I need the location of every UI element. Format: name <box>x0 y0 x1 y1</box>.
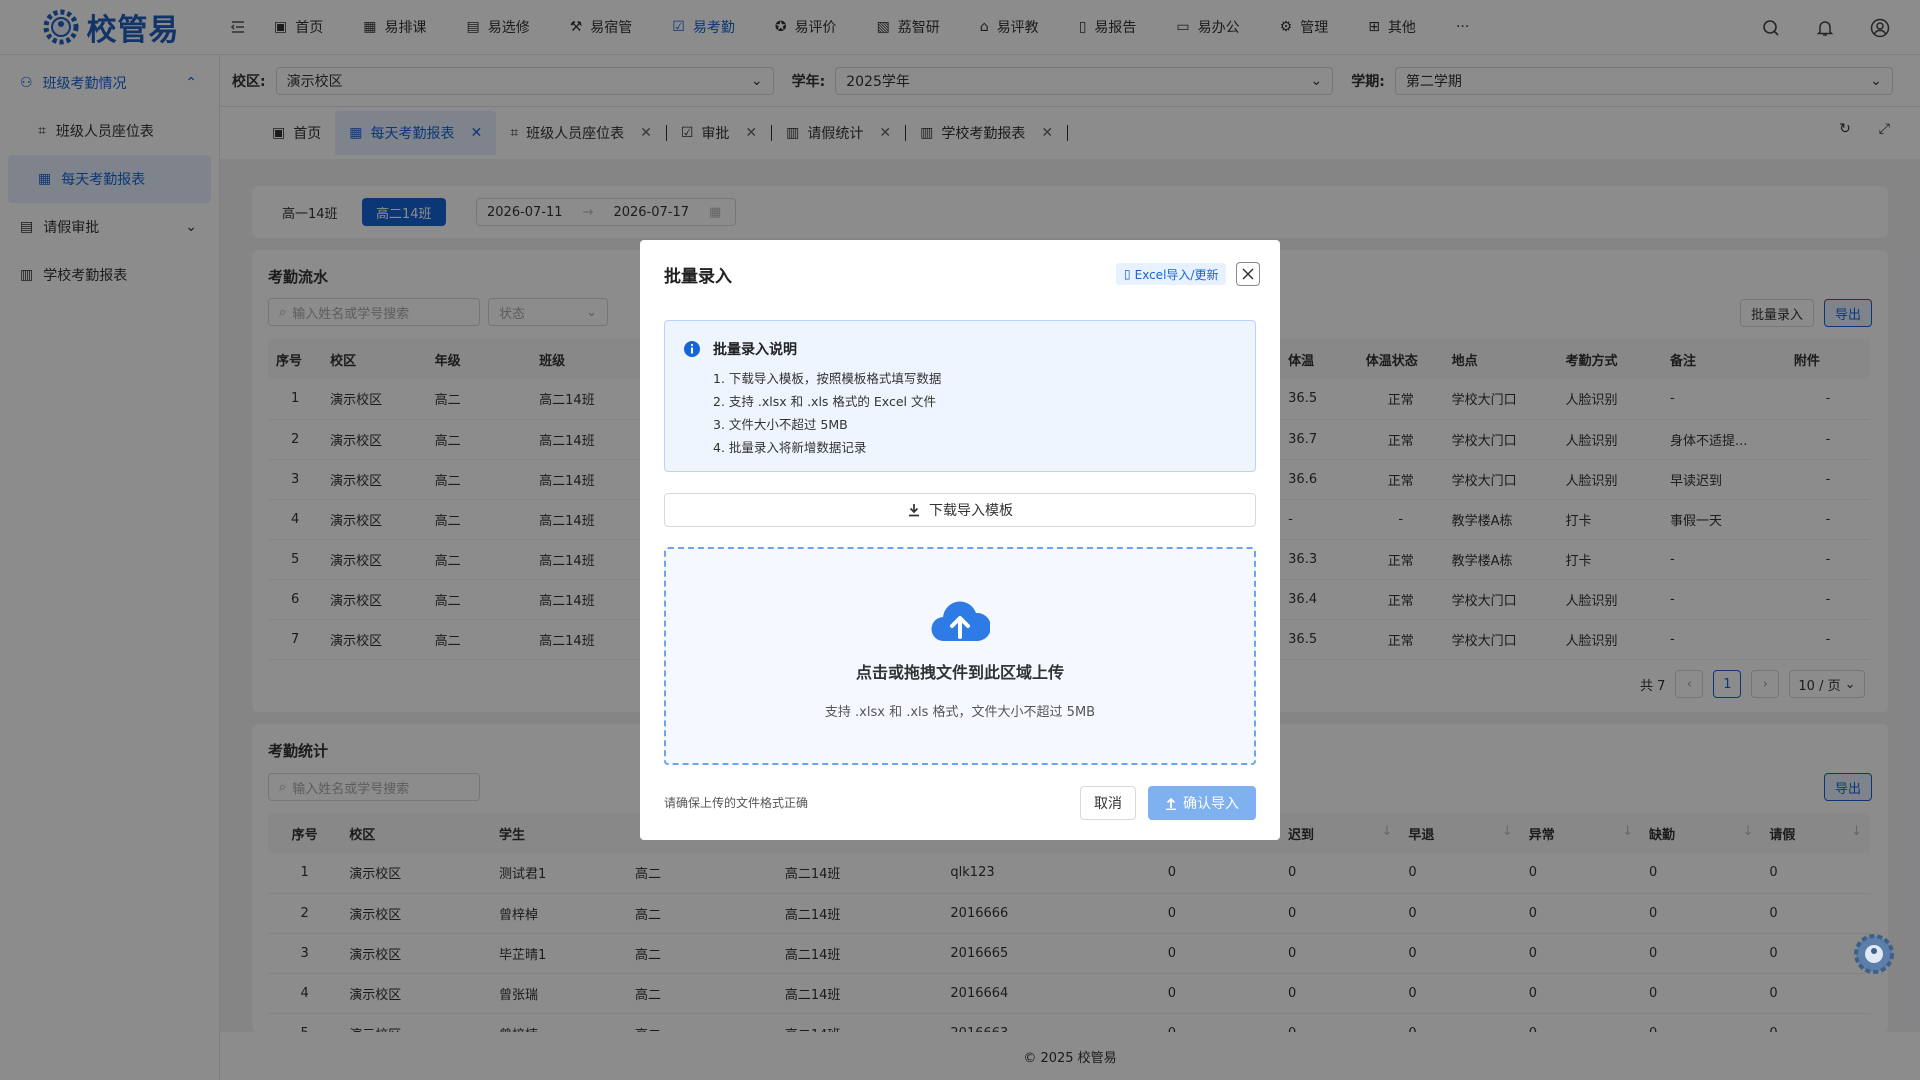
floating-assistant-button[interactable] <box>1852 932 1896 976</box>
close-icon <box>1242 268 1254 280</box>
excel-tag-label: Excel导入/更新 <box>1134 267 1219 282</box>
notice-title: 批量录入说明 <box>713 342 797 358</box>
file-upload-dropzone[interactable]: 点击或拖拽文件到此区域上传 支持 .xlsx 和 .xls 格式，文件大小不超过… <box>664 547 1256 765</box>
notice-item: 2. 支持 .xlsx 和 .xls 格式的 Excel 文件 <box>713 394 936 409</box>
download-label: 下载导入模板 <box>929 503 1013 519</box>
download-icon <box>909 504 919 517</box>
notice-item: 4. 批量录入将新增数据记录 <box>713 440 867 455</box>
logo-gear-icon <box>1854 934 1894 974</box>
upload-icon <box>1166 797 1176 810</box>
confirm-label: 确认导入 <box>1183 796 1239 812</box>
download-template-button[interactable]: 下载导入模板 <box>664 493 1256 527</box>
confirm-import-button[interactable]: 确认导入 <box>1148 786 1256 820</box>
cloud-upload-icon <box>931 601 990 642</box>
info-icon <box>684 341 700 357</box>
modal-title: 批量录入 <box>664 267 732 287</box>
notice-list: 1. 下载导入模板，按照模板格式填写数据 2. 支持 .xlsx 和 .xls … <box>713 367 1237 459</box>
instructions-notice: 批量录入说明 1. 下载导入模板，按照模板格式填写数据 2. 支持 .xlsx … <box>664 320 1256 472</box>
cancel-button[interactable]: 取消 <box>1080 786 1136 820</box>
notice-item: 3. 文件大小不超过 5MB <box>713 417 848 432</box>
dropzone-main-text: 点击或拖拽文件到此区域上传 <box>855 663 1064 682</box>
file-icon: ▯ <box>1124 267 1131 281</box>
batch-entry-modal: 批量录入 ▯ Excel导入/更新 批量录入说明 1. 下载导入模板，按照模板格… <box>640 240 1280 840</box>
excel-import-tag[interactable]: ▯ Excel导入/更新 <box>1116 263 1227 285</box>
notice-item: 1. 下载导入模板，按照模板格式填写数据 <box>713 371 942 386</box>
modal-close-button[interactable] <box>1236 262 1260 286</box>
modal-hint-text: 请确保上传的文件格式正确 <box>664 796 809 810</box>
dropzone-sub-text: 支持 .xlsx 和 .xls 格式，文件大小不超过 5MB <box>824 705 1096 720</box>
